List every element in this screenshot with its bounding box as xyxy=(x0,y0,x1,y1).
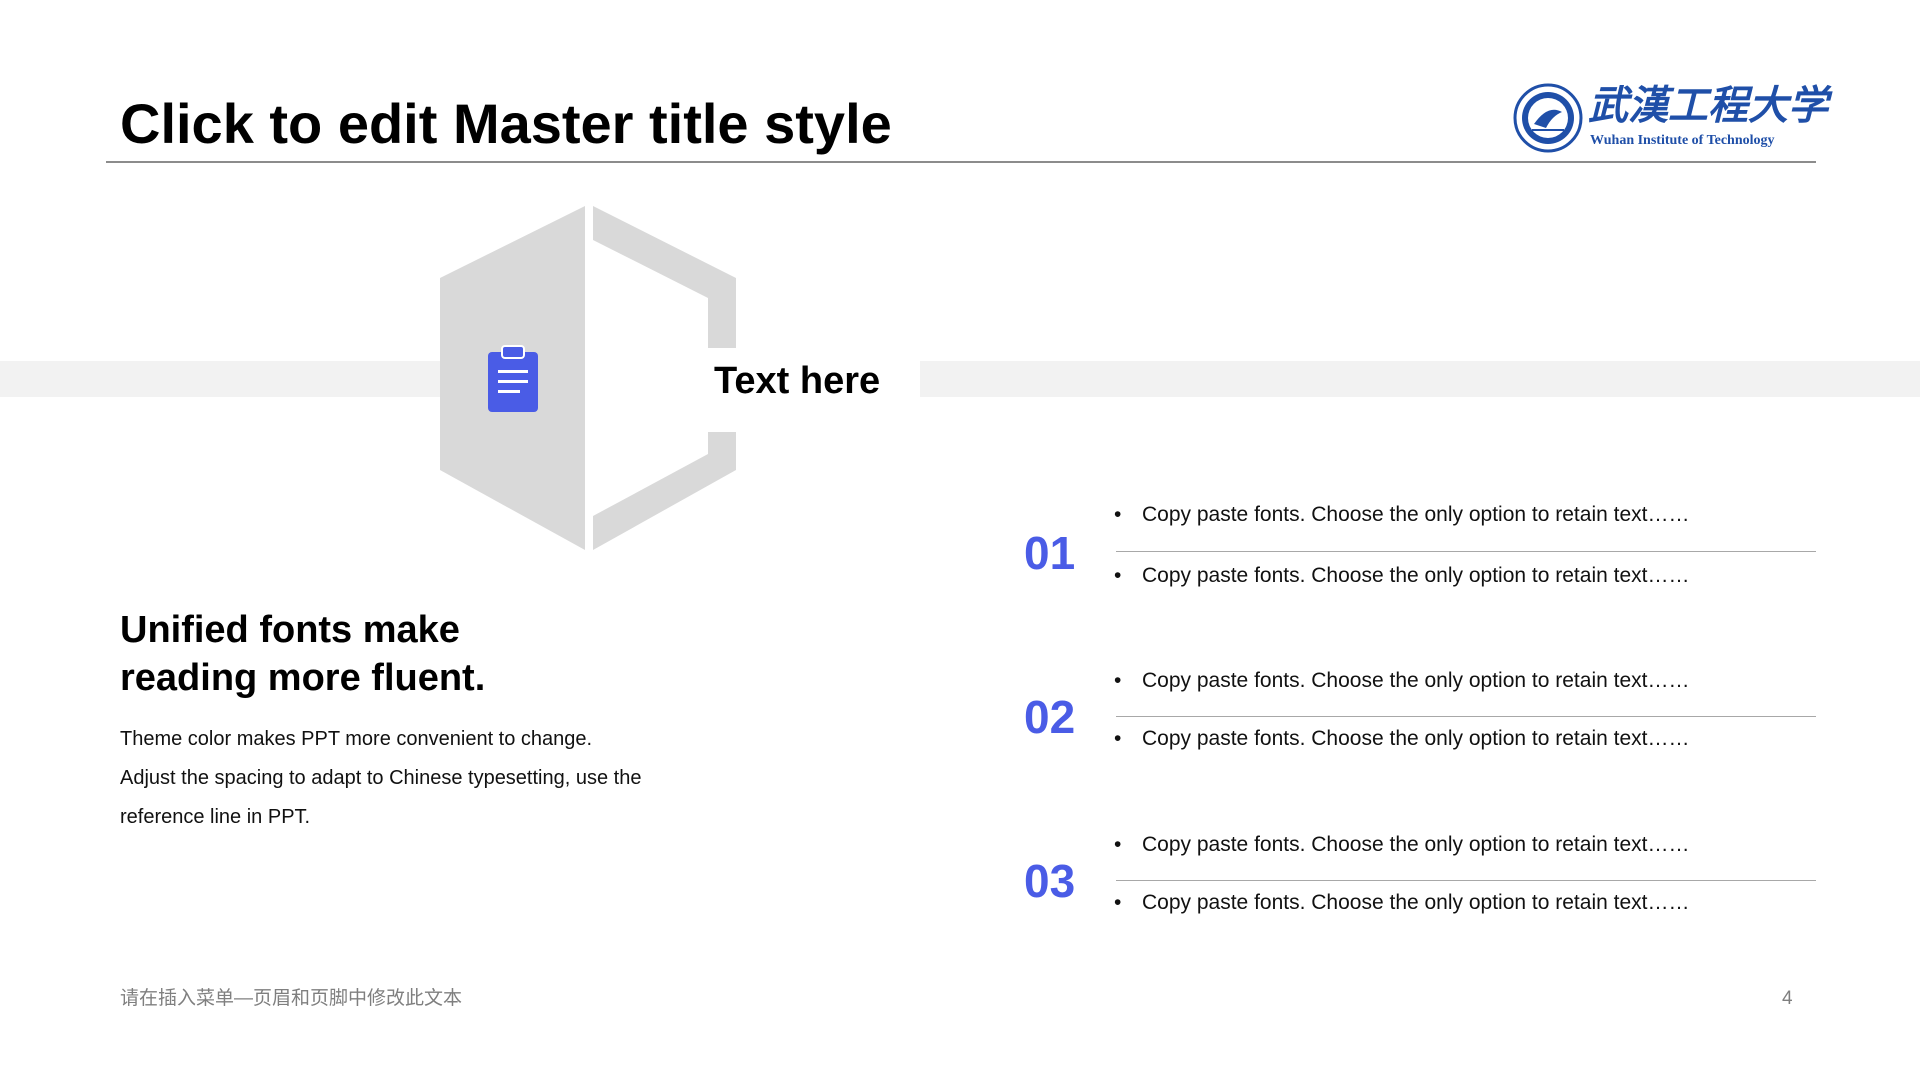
bullet-icon: • xyxy=(1114,891,1122,914)
list-divider xyxy=(1116,551,1816,552)
list-item[interactable]: • Copy paste fonts. Choose the only optio… xyxy=(1114,666,1689,696)
bullet-icon: • xyxy=(1114,564,1122,587)
title-divider xyxy=(106,161,1816,163)
list-number[interactable]: 01 xyxy=(1024,527,1114,579)
body-line-2: Adjust the spacing to adapt to Chinese t… xyxy=(120,767,642,789)
university-logo: 武漢工程大学 Wuhan Institute of Technology xyxy=(1512,82,1828,154)
bullet-icon: • xyxy=(1114,669,1122,692)
slide-title[interactable]: Click to edit Master title style xyxy=(120,88,892,160)
feature-label[interactable]: Text here xyxy=(714,358,880,404)
list-item-text: Copy paste fonts. Choose the only option… xyxy=(1142,564,1690,587)
page-number: 4 xyxy=(1782,988,1793,1009)
list-number[interactable]: 03 xyxy=(1024,855,1114,907)
body-paragraph[interactable]: Theme color makes PPT more convenient to… xyxy=(120,720,720,837)
logo-english-name: Wuhan Institute of Technology xyxy=(1590,133,1775,148)
list-item-text: Copy paste fonts. Choose the only option… xyxy=(1142,833,1690,856)
heading-line-1: Unified fonts make xyxy=(120,609,460,651)
list-item[interactable]: • Copy paste fonts. Choose the only optio… xyxy=(1114,888,1689,918)
decorative-band-left xyxy=(0,361,442,397)
list-item[interactable]: • Copy paste fonts. Choose the only optio… xyxy=(1114,830,1689,860)
footer-text[interactable]: 请在插入菜单—页眉和页脚中修改此文本 xyxy=(120,986,462,1012)
clipboard-icon xyxy=(488,345,538,412)
list-item-text: Copy paste fonts. Choose the only option… xyxy=(1142,669,1690,692)
list-item[interactable]: • Copy paste fonts. Choose the only optio… xyxy=(1114,561,1689,591)
body-line-1: Theme color makes PPT more convenient to… xyxy=(120,728,593,750)
body-line-3: reference line in PPT. xyxy=(120,806,311,828)
section-heading[interactable]: Unified fonts make reading more fluent. xyxy=(120,606,720,702)
bullet-icon: • xyxy=(1114,503,1122,526)
list-item[interactable]: • Copy paste fonts. Choose the only optio… xyxy=(1114,724,1689,754)
list-item-text: Copy paste fonts. Choose the only option… xyxy=(1142,891,1690,914)
bullet-icon: • xyxy=(1114,727,1122,750)
list-divider xyxy=(1116,716,1816,717)
logo-chinese-name: 武漢工程大学 xyxy=(1588,82,1828,129)
list-number[interactable]: 02 xyxy=(1024,691,1114,743)
list-item[interactable]: • Copy paste fonts. Choose the only optio… xyxy=(1114,500,1689,530)
hexagon-graphic xyxy=(440,206,736,550)
list-item-text: Copy paste fonts. Choose the only option… xyxy=(1142,503,1690,526)
heading-line-2: reading more fluent. xyxy=(120,657,486,699)
list-divider xyxy=(1116,880,1816,881)
bullet-icon: • xyxy=(1114,833,1122,856)
list-item-text: Copy paste fonts. Choose the only option… xyxy=(1142,727,1690,750)
decorative-band-right xyxy=(920,361,1920,397)
